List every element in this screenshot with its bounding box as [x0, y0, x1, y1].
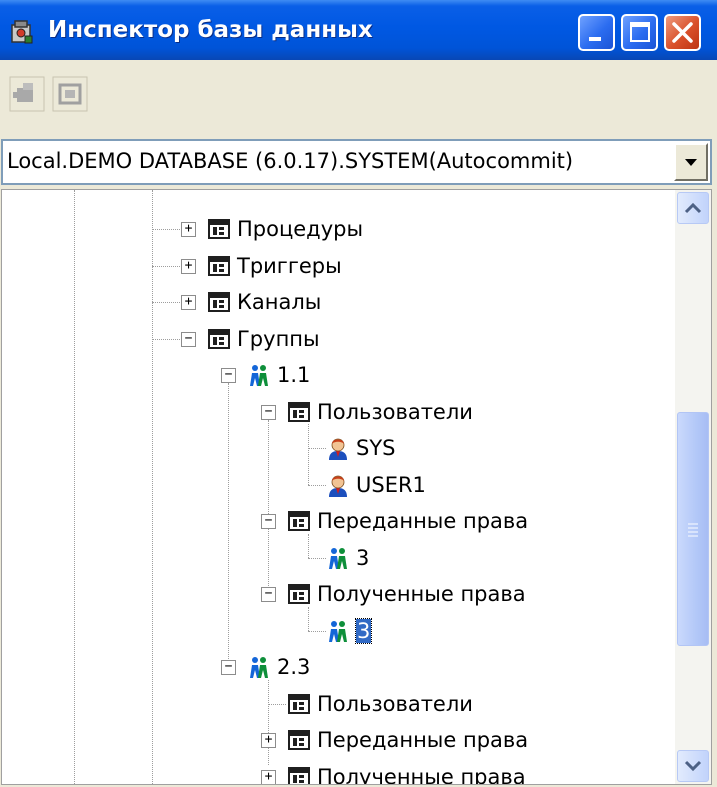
tree-connector-line [308, 424, 309, 485]
group-icon [329, 547, 347, 569]
vertical-scrollbar[interactable] [675, 190, 711, 784]
tree-node-label[interactable]: Полученные права [317, 582, 526, 606]
tree-connector-line [308, 448, 326, 449]
tree-node-label[interactable]: Процедуры [237, 217, 363, 241]
folder-table-icon [208, 255, 230, 276]
tree-guide-line [74, 190, 75, 784]
object-tree[interactable]: + Процедуры + Триггеры + Каналы − Группы − 1.1 − По… [2, 190, 675, 785]
title-bar[interactable]: Инспектор базы данных [0, 0, 717, 60]
minimize-button[interactable] [578, 14, 615, 51]
tree-connector-line [308, 484, 326, 486]
expand-toggle[interactable]: + [181, 222, 196, 237]
chevron-down-icon [684, 760, 702, 772]
tree-guide-line [152, 190, 153, 784]
tree-view[interactable]: + Процедуры + Триггеры + Каналы − Группы − 1.1 − По… [1, 189, 712, 785]
user-icon [329, 438, 347, 460]
folder-table-icon [288, 401, 310, 422]
database-select-value: Local.DEMO DATABASE (6.0.17).SYSTEM(Auto… [7, 149, 574, 173]
folder-table-icon [288, 730, 310, 750]
connect-icon[interactable] [9, 76, 45, 112]
window-title: Инспектор базы данных [48, 17, 373, 43]
database-inspector-icon [11, 20, 33, 44]
database-select[interactable]: Local.DEMO DATABASE (6.0.17).SYSTEM(Auto… [1, 139, 712, 185]
tree-connector-line [268, 679, 269, 765]
tree-node-label[interactable]: 3 [354, 617, 373, 644]
group-icon [329, 620, 347, 642]
tree-connector-line [308, 557, 326, 559]
database-inspector-window: Инспектор базы данных Local.DEMO DATABAS… [0, 0, 717, 787]
tree-node-label[interactable]: Каналы [237, 290, 321, 314]
tree-node-label[interactable]: Пользователи [317, 400, 473, 424]
tree-connector-line [268, 419, 269, 594]
chevron-down-icon [685, 159, 697, 166]
folder-table-icon [288, 693, 310, 714]
tree-node-label[interactable]: Переданные права [317, 728, 528, 752]
maximize-button[interactable] [621, 14, 658, 51]
group-icon [250, 657, 268, 678]
tree-connector-line [268, 703, 286, 705]
folder-table-icon [208, 292, 230, 312]
tree-connector-line [228, 383, 229, 667]
tree-connector-line [152, 265, 180, 267]
tree-node-label[interactable]: Группы [237, 327, 320, 351]
expand-toggle[interactable]: + [181, 295, 196, 310]
tree-connector-line [308, 606, 309, 631]
close-icon [672, 22, 693, 43]
tree-node-label[interactable]: USER1 [356, 473, 426, 497]
tree-node-label[interactable]: 2.3 [277, 655, 310, 679]
scroll-thumb[interactable] [677, 412, 709, 646]
collapse-toggle[interactable]: − [221, 368, 236, 383]
tree-node-label[interactable]: 3 [356, 546, 369, 570]
tree-node-label[interactable]: SYS [356, 436, 396, 460]
collapse-toggle[interactable]: − [221, 660, 236, 675]
close-button[interactable] [664, 14, 701, 51]
user-icon [329, 475, 347, 497]
folder-table-icon [288, 584, 310, 604]
folder-table-icon [208, 328, 230, 349]
collapse-toggle[interactable]: − [261, 587, 276, 602]
tree-connector-line [152, 338, 180, 340]
expand-toggle[interactable]: + [261, 769, 276, 784]
toolbar [0, 60, 717, 136]
chevron-up-icon [684, 202, 702, 214]
tree-node-label[interactable]: Полученные права [317, 765, 526, 785]
scroll-up-button[interactable] [677, 192, 709, 224]
expand-toggle[interactable]: + [181, 258, 196, 274]
folder-table-icon [288, 766, 310, 784]
collapse-toggle[interactable]: − [261, 514, 276, 529]
tree-node-label[interactable]: 1.1 [277, 363, 310, 387]
maximize-icon [630, 22, 650, 42]
disconnect-icon[interactable] [52, 76, 88, 112]
tree-node-label[interactable]: Пользователи [317, 692, 473, 716]
tree-connector-line [308, 533, 309, 558]
group-icon [250, 365, 268, 386]
tree-connector-line [152, 229, 180, 230]
collapse-toggle[interactable]: − [261, 404, 276, 420]
database-select-dropdown-button[interactable] [674, 143, 708, 181]
tree-node-label[interactable]: Триггеры [237, 254, 342, 278]
scroll-down-button[interactable] [677, 750, 709, 782]
minimize-icon [589, 37, 601, 41]
folder-table-icon [208, 219, 230, 239]
collapse-toggle[interactable]: − [181, 331, 196, 347]
tree-connector-line [152, 302, 180, 303]
folder-table-icon [288, 511, 310, 531]
tree-node-label[interactable]: Переданные права [317, 509, 528, 533]
tree-connector-line [308, 630, 326, 632]
expand-toggle[interactable]: + [261, 733, 276, 748]
grip-icon [688, 523, 698, 537]
